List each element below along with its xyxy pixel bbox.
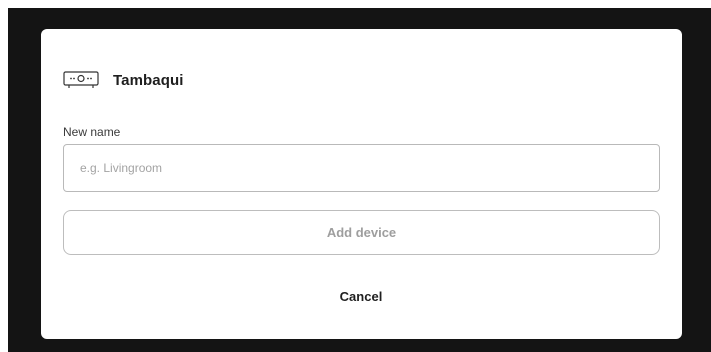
cancel-button[interactable]: Cancel [311,284,411,308]
dialog-header: Tambaqui [63,70,184,90]
new-name-label: New name [63,125,121,139]
projector-icon [63,70,99,90]
device-name: Tambaqui [113,71,184,89]
rename-device-dialog: Tambaqui New name Add device Cancel [41,29,682,339]
new-name-input[interactable] [63,144,660,192]
add-device-button[interactable]: Add device [63,210,660,255]
